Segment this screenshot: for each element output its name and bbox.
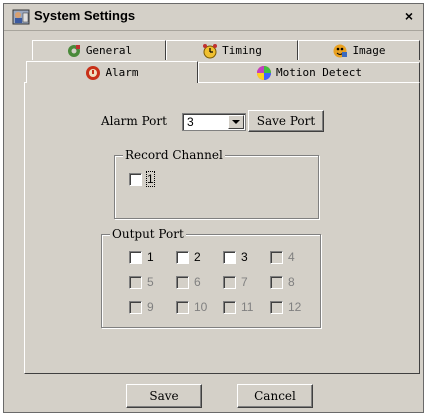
output-port-7-checkbox	[223, 276, 236, 289]
tab-general[interactable]: General	[32, 40, 166, 60]
output-port-2-label: 2	[194, 250, 201, 264]
output-port-1-label: 1	[147, 250, 154, 264]
alarm-port-value: 3	[187, 115, 194, 129]
record-channel-title: Record Channel	[123, 148, 225, 162]
close-icon[interactable]: ×	[401, 9, 417, 23]
output-port-6-checkbox	[176, 276, 189, 289]
output-port-2-checkbox[interactable]	[176, 251, 189, 264]
output-port-title: Output Port	[110, 227, 186, 241]
save-port-button[interactable]: Save Port	[248, 110, 324, 132]
output-port-9-checkbox	[129, 301, 142, 314]
general-icon	[67, 44, 80, 57]
output-port-12-checkbox	[270, 301, 283, 314]
record-channel-1-checkbox[interactable]	[129, 173, 142, 186]
title-bar[interactable]: System Settings ×	[4, 4, 423, 31]
output-port-12-label: 12	[288, 300, 302, 314]
output-port-5-label: 5	[147, 275, 154, 289]
output-port-4-label: 4	[288, 250, 295, 264]
alarm-port-select[interactable]: 3	[182, 113, 246, 131]
cancel-button[interactable]: Cancel	[237, 384, 313, 408]
tab-image[interactable]: Image	[298, 40, 420, 60]
record-channel-1-label: 1	[146, 171, 155, 187]
save-button[interactable]: Save	[126, 384, 202, 408]
output-port-5-checkbox	[129, 276, 142, 289]
output-port-7-label: 7	[241, 275, 248, 289]
motion-detect-icon	[256, 65, 271, 80]
tab-motion-detect[interactable]: Motion Detect	[198, 62, 420, 82]
tab-alarm[interactable]: Alarm	[26, 61, 198, 83]
output-port-8-label: 8	[288, 275, 295, 289]
output-port-9-label: 9	[147, 300, 154, 314]
output-port-1-checkbox[interactable]	[129, 251, 142, 264]
tab-timing-label: Timing	[222, 44, 262, 57]
output-port-4-checkbox	[270, 251, 283, 264]
tab-general-label: General	[85, 44, 133, 57]
output-port-6-label: 6	[194, 275, 201, 289]
output-port-10-checkbox	[176, 301, 189, 314]
timing-icon	[203, 43, 218, 58]
tab-motion-detect-label: Motion Detect	[275, 66, 363, 79]
record-channel-group: Record Channel	[114, 148, 319, 219]
output-port-8-checkbox	[270, 276, 283, 289]
app-icon	[12, 9, 30, 25]
alarm-icon	[86, 65, 101, 80]
system-settings-window: System Settings × General Timing Image A…	[3, 3, 424, 413]
output-port-10-label: 10	[194, 300, 208, 314]
alarm-port-label: Alarm Port	[101, 114, 167, 128]
window-title: System Settings	[34, 8, 136, 23]
output-port-11-label: 11	[241, 300, 254, 314]
output-port-11-checkbox	[223, 301, 236, 314]
tab-image-label: Image	[352, 44, 386, 57]
image-icon	[333, 44, 348, 57]
tab-alarm-label: Alarm	[105, 66, 139, 79]
output-port-3-checkbox[interactable]	[223, 251, 236, 264]
chevron-down-icon	[232, 120, 240, 124]
dropdown-arrow-button[interactable]	[228, 115, 244, 129]
tab-timing[interactable]: Timing	[166, 40, 298, 60]
output-port-3-label: 3	[241, 250, 248, 264]
